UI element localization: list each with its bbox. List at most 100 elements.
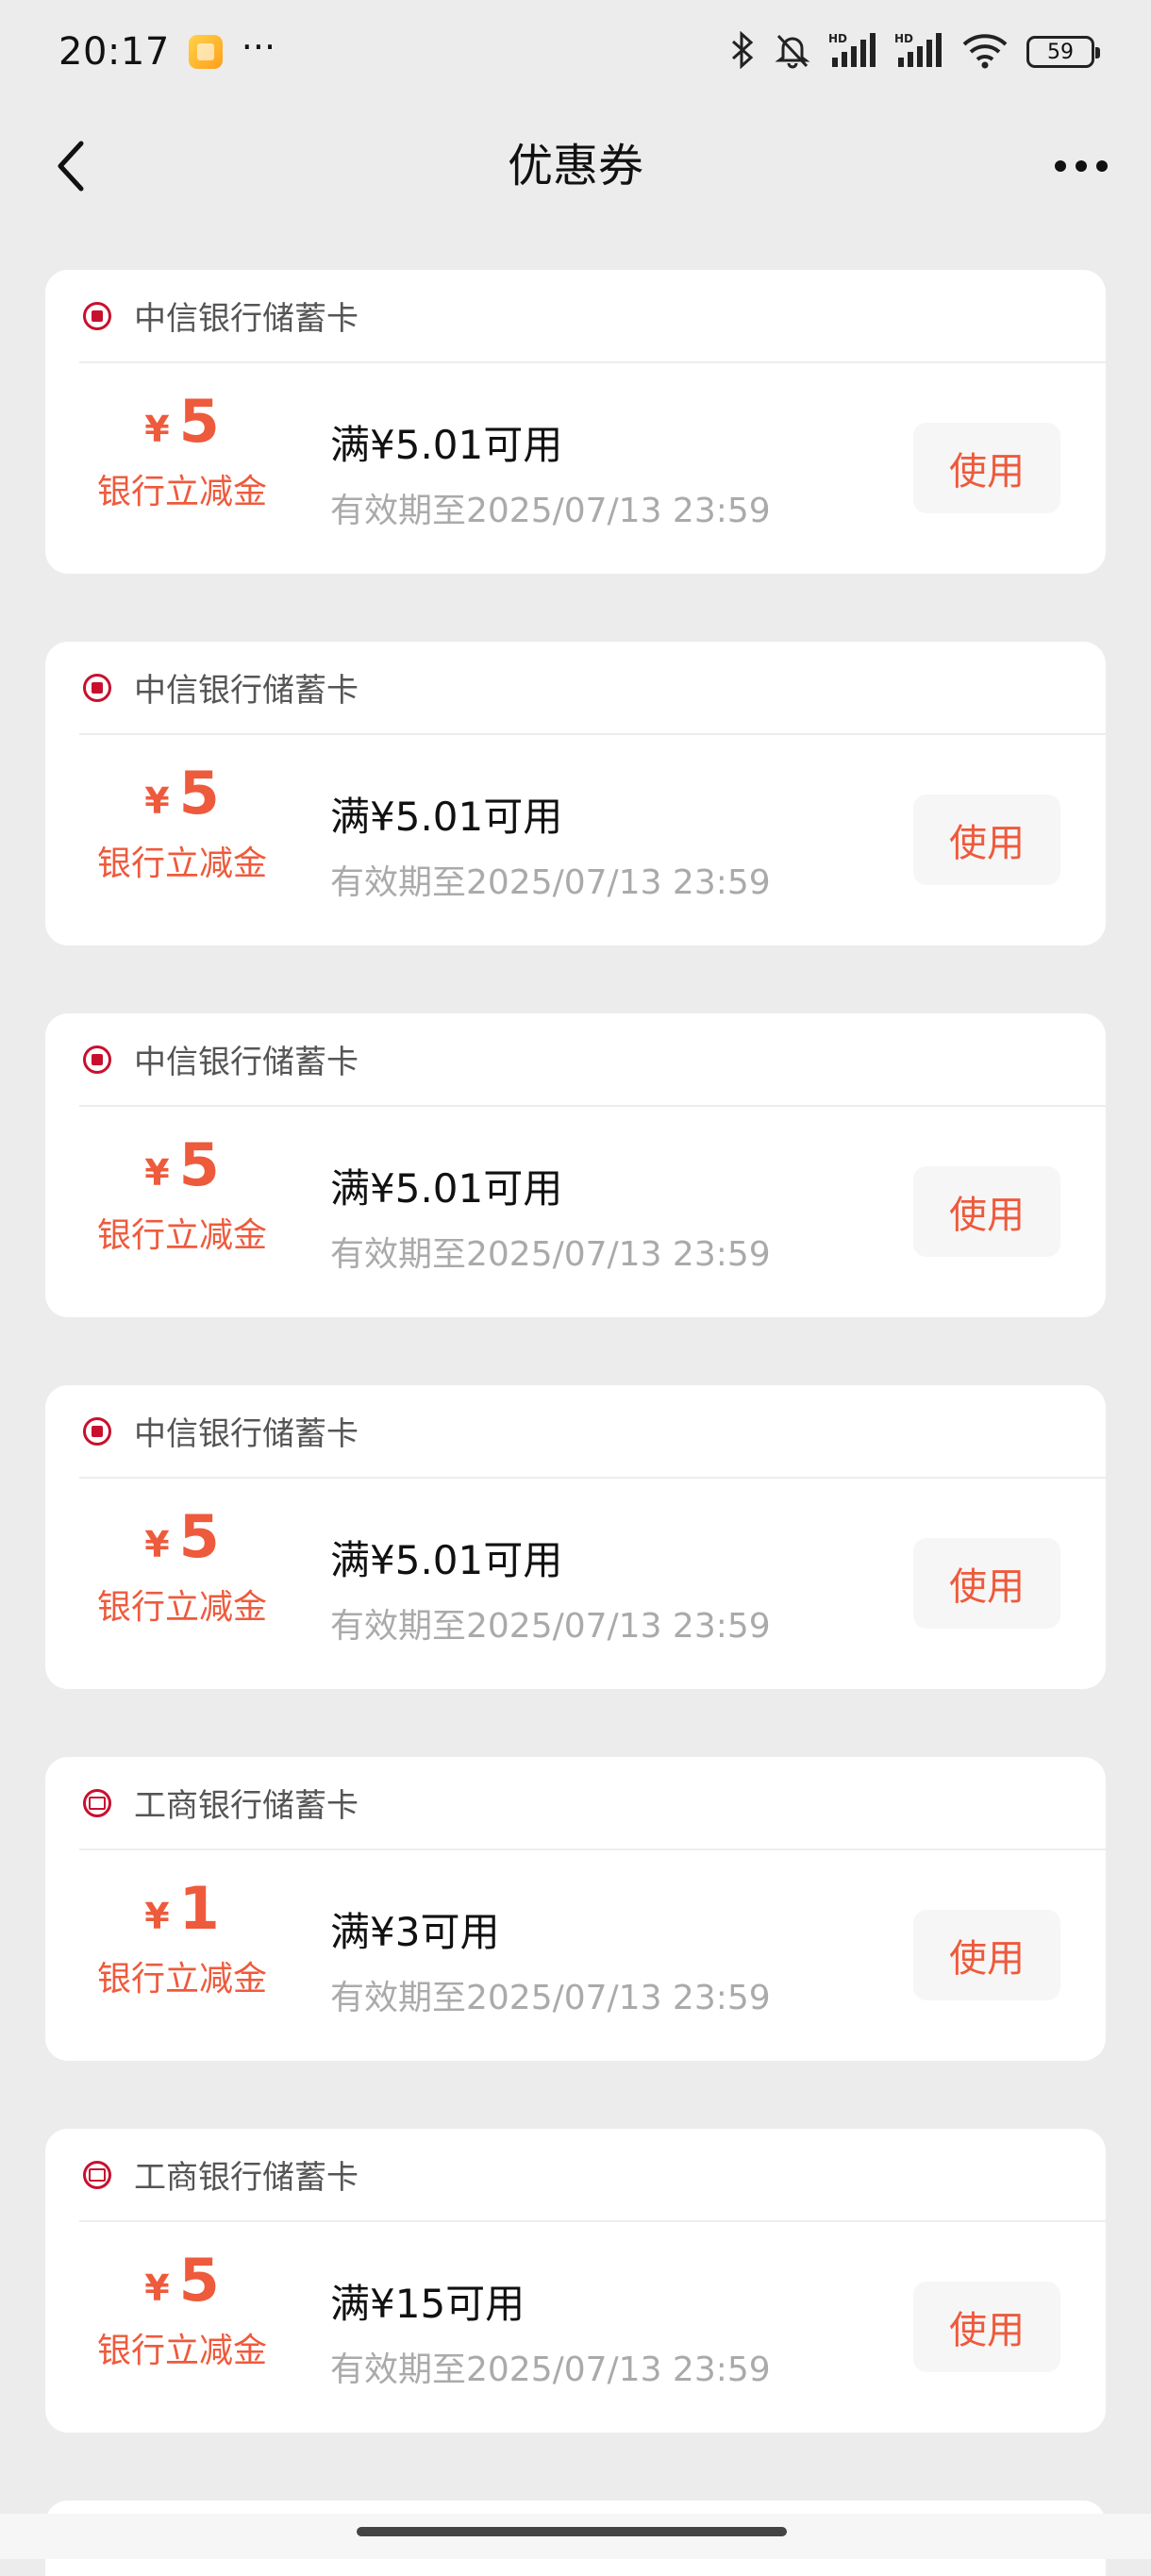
use-button[interactable]: 使用 bbox=[913, 1166, 1060, 1257]
coupon-amount: ¥ 5 银行立减金 bbox=[45, 2251, 319, 2372]
coupon-amount: ¥ 5 银行立减金 bbox=[45, 1508, 319, 1629]
home-indicator[interactable] bbox=[357, 2527, 787, 2536]
expiry-date: 有效期至2025/07/13 23:59 bbox=[330, 855, 771, 904]
bank-name: 中信银行储蓄卡 bbox=[134, 664, 359, 711]
amount-line: ¥ 5 bbox=[45, 1508, 319, 1566]
status-time: 20:17 bbox=[58, 30, 170, 74]
coupon-card: 中信银行储蓄卡 ¥ 5 银行立减金 满¥5.01可用 有效期至2025/07/1… bbox=[45, 642, 1106, 945]
usage-condition: 满¥5.01可用 bbox=[330, 785, 562, 843]
amount-value: 1 bbox=[179, 1880, 220, 1938]
bank-logo-icon bbox=[83, 2161, 111, 2189]
nav-bar: 优惠券 bbox=[0, 104, 1151, 226]
coupon-amount: ¥ 1 银行立减金 bbox=[45, 1880, 319, 2000]
card-divider bbox=[79, 361, 1106, 363]
usage-condition: 满¥15可用 bbox=[330, 2272, 525, 2330]
currency-symbol: ¥ bbox=[144, 1524, 169, 1565]
card-header: 工商银行储蓄卡 bbox=[45, 2129, 1106, 2220]
usage-condition: 满¥5.01可用 bbox=[330, 1157, 562, 1214]
usage-condition: 满¥5.01可用 bbox=[330, 1529, 562, 1586]
currency-symbol: ¥ bbox=[144, 2267, 169, 2309]
currency-symbol: ¥ bbox=[144, 780, 169, 822]
status-more-dots: ··· bbox=[242, 29, 275, 65]
more-button[interactable] bbox=[1043, 132, 1119, 200]
bottom-gesture-area bbox=[0, 2514, 1151, 2559]
bank-name: 中信银行储蓄卡 bbox=[134, 293, 359, 339]
more-horizontal-icon bbox=[1053, 159, 1109, 173]
amount-value: 5 bbox=[179, 2251, 220, 2310]
status-bar: 20:17 ··· HD HD 59 bbox=[0, 0, 1151, 104]
use-button[interactable]: 使用 bbox=[913, 1910, 1060, 2000]
bank-name: 工商银行储蓄卡 bbox=[134, 2151, 359, 2198]
card-header: 中信银行储蓄卡 bbox=[45, 1385, 1106, 1477]
coupon-list: 中信银行储蓄卡 ¥ 5 银行立减金 满¥5.01可用 有效期至2025/07/1… bbox=[45, 270, 1106, 2576]
usage-condition: 满¥5.01可用 bbox=[330, 413, 562, 471]
svg-text:HD: HD bbox=[894, 32, 913, 45]
amount-label: 银行立减金 bbox=[45, 1580, 319, 1629]
card-divider bbox=[79, 1848, 1106, 1850]
status-left: 20:17 ··· bbox=[58, 30, 275, 74]
amount-line: ¥ 5 bbox=[45, 764, 319, 823]
bell-off-icon bbox=[774, 31, 811, 73]
battery-level: 59 bbox=[1047, 41, 1074, 64]
card-header: 中信银行储蓄卡 bbox=[45, 642, 1106, 733]
amount-label: 银行立减金 bbox=[45, 464, 319, 513]
expiry-date: 有效期至2025/07/13 23:59 bbox=[330, 1227, 771, 1276]
card-divider bbox=[79, 733, 1106, 735]
status-right: HD HD 59 bbox=[728, 31, 1094, 73]
card-header: 中信银行储蓄卡 bbox=[45, 1013, 1106, 1105]
app-notification-icon bbox=[189, 35, 223, 69]
amount-line: ¥ 5 bbox=[45, 2251, 319, 2310]
coupon-amount: ¥ 5 银行立减金 bbox=[45, 1136, 319, 1257]
currency-symbol: ¥ bbox=[144, 1896, 169, 1937]
amount-line: ¥ 5 bbox=[45, 1136, 319, 1195]
bank-logo-icon bbox=[83, 1789, 111, 1817]
expiry-date: 有效期至2025/07/13 23:59 bbox=[330, 483, 771, 532]
bank-logo-icon bbox=[83, 1417, 111, 1446]
use-button[interactable]: 使用 bbox=[913, 795, 1060, 885]
amount-value: 5 bbox=[179, 764, 220, 823]
usage-condition: 满¥3可用 bbox=[330, 1900, 499, 1958]
amount-line: ¥ 1 bbox=[45, 1880, 319, 1938]
currency-symbol: ¥ bbox=[144, 409, 169, 450]
amount-value: 5 bbox=[179, 393, 220, 451]
coupon-card: 中信银行储蓄卡 ¥ 5 银行立减金 满¥5.01可用 有效期至2025/07/1… bbox=[45, 1013, 1106, 1317]
coupon-amount: ¥ 5 银行立减金 bbox=[45, 764, 319, 885]
svg-text:HD: HD bbox=[828, 32, 847, 45]
use-button[interactable]: 使用 bbox=[913, 423, 1060, 513]
amount-label: 银行立减金 bbox=[45, 1208, 319, 1257]
currency-symbol: ¥ bbox=[144, 1152, 169, 1194]
wifi-icon bbox=[960, 31, 1009, 73]
expiry-date: 有效期至2025/07/13 23:59 bbox=[330, 2342, 771, 2391]
amount-label: 银行立减金 bbox=[45, 836, 319, 885]
page-title: 优惠券 bbox=[0, 132, 1151, 200]
use-button[interactable]: 使用 bbox=[913, 1538, 1060, 1629]
bank-name: 中信银行储蓄卡 bbox=[134, 1036, 359, 1082]
card-divider bbox=[79, 1105, 1106, 1107]
card-divider bbox=[79, 2220, 1106, 2222]
amount-value: 5 bbox=[179, 1508, 220, 1566]
amount-label: 银行立减金 bbox=[45, 2323, 319, 2372]
coupon-amount: ¥ 5 银行立减金 bbox=[45, 393, 319, 513]
use-button[interactable]: 使用 bbox=[913, 2282, 1060, 2372]
expiry-date: 有效期至2025/07/13 23:59 bbox=[330, 1970, 771, 2019]
bank-name: 工商银行储蓄卡 bbox=[134, 1780, 359, 1826]
card-divider bbox=[79, 1477, 1106, 1479]
expiry-date: 有效期至2025/07/13 23:59 bbox=[330, 1598, 771, 1648]
card-header: 工商银行储蓄卡 bbox=[45, 1757, 1106, 1848]
signal-icon: HD bbox=[828, 31, 877, 73]
amount-label: 银行立减金 bbox=[45, 1951, 319, 2000]
bank-name: 中信银行储蓄卡 bbox=[134, 1408, 359, 1454]
signal-icon-2: HD bbox=[894, 31, 943, 73]
bluetooth-icon bbox=[728, 31, 757, 73]
card-header: 中信银行储蓄卡 bbox=[45, 270, 1106, 361]
bank-logo-icon bbox=[83, 302, 111, 330]
amount-value: 5 bbox=[179, 1136, 220, 1195]
bank-logo-icon bbox=[83, 674, 111, 702]
bank-logo-icon bbox=[83, 1045, 111, 1074]
coupon-card: 工商银行储蓄卡 ¥ 5 银行立减金 满¥15可用 有效期至2025/07/13 … bbox=[45, 2129, 1106, 2433]
coupon-card: 工商银行储蓄卡 ¥ 1 银行立减金 满¥3可用 有效期至2025/07/13 2… bbox=[45, 1757, 1106, 2061]
amount-line: ¥ 5 bbox=[45, 393, 319, 451]
coupon-card: 中信银行储蓄卡 ¥ 5 银行立减金 满¥5.01可用 有效期至2025/07/1… bbox=[45, 1385, 1106, 1689]
coupon-card: 中信银行储蓄卡 ¥ 5 银行立减金 满¥5.01可用 有效期至2025/07/1… bbox=[45, 270, 1106, 574]
battery-indicator: 59 bbox=[1026, 36, 1094, 68]
